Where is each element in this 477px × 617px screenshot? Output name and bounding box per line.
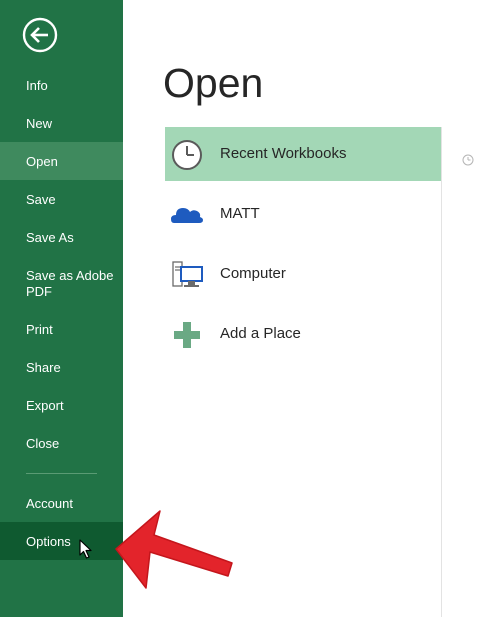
nav-item-share[interactable]: Share <box>0 360 123 376</box>
nav-divider <box>26 473 97 474</box>
annotation-arrow-icon <box>115 510 233 589</box>
nav-item-label: Save as Adobe PDF <box>26 268 114 299</box>
computer-icon <box>172 261 203 287</box>
nav-item-label: Save As <box>26 230 74 245</box>
mouse-pointer-icon <box>79 539 92 559</box>
clock-icon <box>172 140 202 170</box>
panel-divider <box>441 127 442 617</box>
nav-item-label: Open <box>26 154 58 169</box>
nav-item-new[interactable]: New <box>0 116 123 132</box>
place-onedrive-matt[interactable]: MATT <box>165 187 442 241</box>
place-add-a-place[interactable]: Add a Place <box>165 307 442 361</box>
nav-item-save-as-adobe-pdf[interactable]: Save as Adobe PDF <box>0 268 123 300</box>
nav-item-open[interactable]: Open <box>0 142 123 180</box>
nav-item-label: Print <box>26 322 53 337</box>
nav-item-label: New <box>26 116 53 131</box>
onedrive-cloud-icon <box>171 208 203 223</box>
nav-item-label: Save <box>26 192 56 207</box>
nav-item-label: Share <box>26 360 61 375</box>
nav-item-label: Account <box>26 496 73 511</box>
nav-item-print[interactable]: Print <box>0 322 123 338</box>
place-label: Recent Workbooks <box>220 145 347 162</box>
backstage-sidebar: Info New Open Save Save As Save as Adobe… <box>0 0 123 617</box>
open-locations-list: Recent Workbooks MATT Computer Add a Pla… <box>165 127 442 367</box>
place-computer[interactable]: Computer <box>165 247 442 301</box>
nav-item-close[interactable]: Close <box>0 436 123 452</box>
nav-item-save-as[interactable]: Save As <box>0 230 123 246</box>
nav-item-save[interactable]: Save <box>0 192 123 208</box>
nav-item-label: Export <box>26 398 64 413</box>
nav-item-options[interactable]: Options <box>0 522 123 560</box>
place-label: Computer <box>220 265 286 282</box>
nav-item-label: Options <box>26 534 71 549</box>
nav-item-label: Info <box>26 78 48 93</box>
plus-icon <box>174 322 200 348</box>
nav-item-export[interactable]: Export <box>0 398 123 414</box>
place-label: MATT <box>220 205 260 222</box>
nav-item-account[interactable]: Account <box>0 496 123 512</box>
back-button[interactable] <box>22 17 58 53</box>
place-label: Add a Place <box>220 325 301 342</box>
nav-item-info[interactable]: Info <box>0 78 123 94</box>
place-recent-workbooks[interactable]: Recent Workbooks <box>165 127 442 181</box>
clock-icon <box>462 154 474 166</box>
page-title: Open <box>163 60 264 106</box>
nav-item-label: Close <box>26 436 60 451</box>
back-arrow-icon <box>22 17 58 53</box>
